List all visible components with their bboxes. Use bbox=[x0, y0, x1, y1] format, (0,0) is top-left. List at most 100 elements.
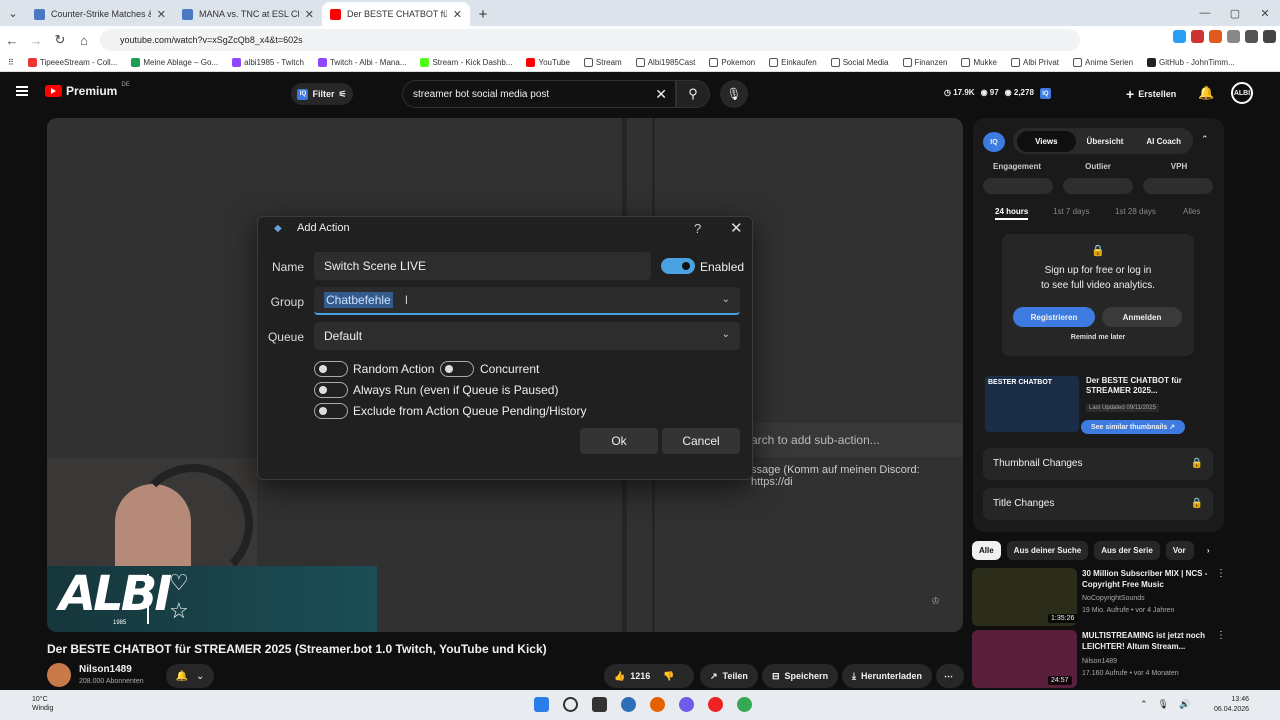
tab-search-icon[interactable]: ⌄ bbox=[0, 0, 26, 26]
more-actions-button[interactable]: ⋯ bbox=[936, 664, 964, 688]
clock[interactable]: 13:46 06.04.2026 bbox=[1214, 695, 1249, 715]
exclude-queue-toggle[interactable] bbox=[314, 403, 348, 419]
title-changes-row[interactable]: Title Changes 🔒 bbox=[983, 488, 1213, 520]
login-button[interactable]: Anmelden bbox=[1102, 307, 1182, 327]
period-28d[interactable]: 1st 28 days bbox=[1115, 207, 1156, 216]
chip-from-series[interactable]: Aus der Serie bbox=[1094, 541, 1160, 560]
queue-select[interactable]: Default ⌄ bbox=[314, 322, 740, 350]
reload-icon[interactable]: ↻ bbox=[48, 32, 72, 48]
browser-tab-2[interactable]: MANA vs. TNC at ESL Challeng ✕ bbox=[174, 2, 322, 26]
back-icon[interactable]: ← bbox=[0, 33, 24, 48]
bookmark-folder[interactable]: Pokemon bbox=[709, 58, 755, 67]
notifications-bell-icon[interactable]: 🔔 bbox=[1198, 85, 1214, 101]
chip-more[interactable]: Vor bbox=[1165, 541, 1194, 560]
remind-later-link[interactable]: Remind me later bbox=[1002, 334, 1194, 341]
concurrent-toggle[interactable] bbox=[440, 361, 474, 377]
forward-icon[interactable]: → bbox=[24, 33, 48, 48]
thumbs-up-icon[interactable]: 👍 bbox=[614, 671, 625, 682]
bookmark-item[interactable]: Twitch - Albi - Mana... bbox=[317, 58, 406, 67]
period-all[interactable]: Alles bbox=[1183, 207, 1200, 216]
name-field[interactable]: Switch Scene LIVE bbox=[314, 252, 651, 280]
close-icon[interactable]: ✕ bbox=[730, 219, 743, 237]
chip-from-search[interactable]: Aus deiner Suche bbox=[1006, 541, 1089, 560]
microphone-icon[interactable]: 🎙 bbox=[1158, 699, 1169, 710]
windows-start-icon[interactable] bbox=[534, 697, 549, 712]
chevron-up-icon[interactable]: ⌃ bbox=[1140, 699, 1148, 710]
account-avatar[interactable]: ALBI bbox=[1231, 82, 1253, 104]
save-button[interactable]: ⊟ Speichern bbox=[762, 664, 839, 688]
bookmark-folder[interactable]: Albi1985Cast bbox=[635, 58, 695, 67]
enabled-toggle[interactable] bbox=[661, 258, 695, 274]
volume-icon[interactable]: 🔊 bbox=[1179, 699, 1190, 710]
url-field[interactable]: youtube.com/watch?v=xSgZcQb8_x4&t=602s bbox=[100, 29, 1080, 51]
help-icon[interactable]: ? bbox=[694, 221, 701, 236]
thumbs-down-icon[interactable]: 👎 bbox=[663, 671, 674, 682]
close-icon[interactable]: ✕ bbox=[157, 8, 166, 21]
bookmark-item[interactable]: Stream - Kick Dashb... bbox=[420, 58, 512, 67]
browser-tab-1[interactable]: Counter-Strike Matches & lives ✕ bbox=[26, 2, 174, 26]
group-select[interactable]: Chatbefehle I ⌄ bbox=[314, 287, 740, 315]
recommended-video[interactable]: 24:57 MULTISTREAMING ist jetzt noch LEIC… bbox=[972, 630, 1272, 692]
create-button[interactable]: + Erstellen bbox=[1126, 86, 1176, 102]
close-window-icon[interactable]: ✕ bbox=[1250, 7, 1280, 20]
bookmark-folder[interactable]: Finanzen bbox=[902, 58, 947, 67]
youtube-logo[interactable]: Premium DE bbox=[45, 82, 130, 98]
firefox-icon[interactable] bbox=[650, 697, 665, 712]
extension-icon[interactable] bbox=[1173, 30, 1186, 43]
bookmark-folder[interactable]: Social Media bbox=[830, 58, 889, 67]
more-options-icon[interactable]: ⋮ bbox=[1216, 568, 1226, 579]
period-7d[interactable]: 1st 7 days bbox=[1053, 207, 1089, 216]
apps-icon[interactable]: ⠿ bbox=[8, 58, 14, 67]
iq-icon[interactable]: IQ bbox=[1039, 88, 1051, 99]
thumbnail-changes-row[interactable]: Thumbnail Changes 🔒 bbox=[983, 448, 1213, 480]
bookmark-item[interactable]: TipeeeStream - Coll... bbox=[27, 58, 117, 67]
puzzle-icon[interactable] bbox=[1227, 30, 1240, 43]
clear-icon[interactable]: ✕ bbox=[655, 86, 667, 103]
channel-name[interactable]: Nilson1489 bbox=[79, 664, 132, 675]
profile-icon[interactable] bbox=[1245, 30, 1258, 43]
home-icon[interactable]: ⌂ bbox=[72, 33, 96, 48]
search-button[interactable]: ⚲ bbox=[676, 80, 710, 108]
more-options-icon[interactable]: ⋮ bbox=[1216, 630, 1226, 641]
search-icon[interactable] bbox=[563, 697, 578, 712]
similar-thumbnails-button[interactable]: See similar thumbnails ↗ bbox=[1081, 420, 1185, 434]
browser-tab-3[interactable]: Der BESTE CHATBOT für STREA ✕ bbox=[322, 2, 470, 26]
kebab-menu-icon[interactable] bbox=[1263, 30, 1276, 43]
register-button[interactable]: Registrieren bbox=[1013, 307, 1095, 327]
bookmark-folder[interactable]: Anime Serien bbox=[1073, 58, 1133, 67]
app-icon[interactable] bbox=[621, 697, 636, 712]
download-button[interactable]: ⤓ Herunterladen bbox=[842, 664, 932, 688]
chevron-right-icon[interactable]: › bbox=[1200, 541, 1217, 560]
search-input[interactable]: streamer bot social media post ✕ bbox=[402, 80, 676, 108]
tab-views[interactable]: Views bbox=[1017, 130, 1076, 152]
extension-icon[interactable] bbox=[1209, 30, 1222, 43]
tab-overview[interactable]: Übersicht bbox=[1076, 137, 1135, 146]
opera-icon[interactable] bbox=[708, 697, 723, 712]
random-action-toggle[interactable] bbox=[314, 361, 348, 377]
always-run-toggle[interactable] bbox=[314, 382, 348, 398]
share-button[interactable]: ↗ Teilen bbox=[700, 664, 758, 688]
chrome-icon[interactable] bbox=[737, 697, 752, 712]
bookmark-item[interactable]: YouTube bbox=[526, 58, 570, 67]
weather-widget[interactable]: 10°C Windig bbox=[32, 695, 53, 713]
bookmark-item[interactable]: Meine Ablage – Go... bbox=[131, 58, 218, 67]
bookmark-item[interactable]: GitHub - JohnTimm... bbox=[1147, 58, 1235, 67]
cancel-button[interactable]: Cancel bbox=[662, 428, 740, 454]
close-icon[interactable]: ✕ bbox=[305, 8, 314, 21]
extension-icon[interactable] bbox=[1191, 30, 1204, 43]
task-view-icon[interactable] bbox=[592, 697, 607, 712]
new-tab-button[interactable]: + bbox=[470, 2, 496, 26]
maximize-icon[interactable]: ▢ bbox=[1220, 7, 1250, 20]
bookmark-item[interactable]: albi1985 - Twitch bbox=[232, 58, 304, 67]
bookmark-folder[interactable]: Mukke bbox=[961, 58, 997, 67]
like-dislike-button[interactable]: 👍 1216 👎 bbox=[604, 664, 694, 688]
tab-ai-coach[interactable]: AI Coach bbox=[1134, 137, 1193, 146]
channel-avatar[interactable] bbox=[47, 663, 71, 687]
chevron-up-icon[interactable]: ⌃ bbox=[1201, 134, 1209, 145]
period-24h[interactable]: 24 hours bbox=[995, 207, 1029, 220]
chip-all[interactable]: Alle bbox=[972, 541, 1001, 560]
bookmark-folder[interactable]: Albi Privat bbox=[1011, 58, 1059, 67]
subscription-bell-button[interactable]: 🔔 ⌄ bbox=[166, 664, 214, 688]
hamburger-menu-icon[interactable] bbox=[16, 86, 28, 96]
close-icon[interactable]: ✕ bbox=[453, 8, 462, 21]
